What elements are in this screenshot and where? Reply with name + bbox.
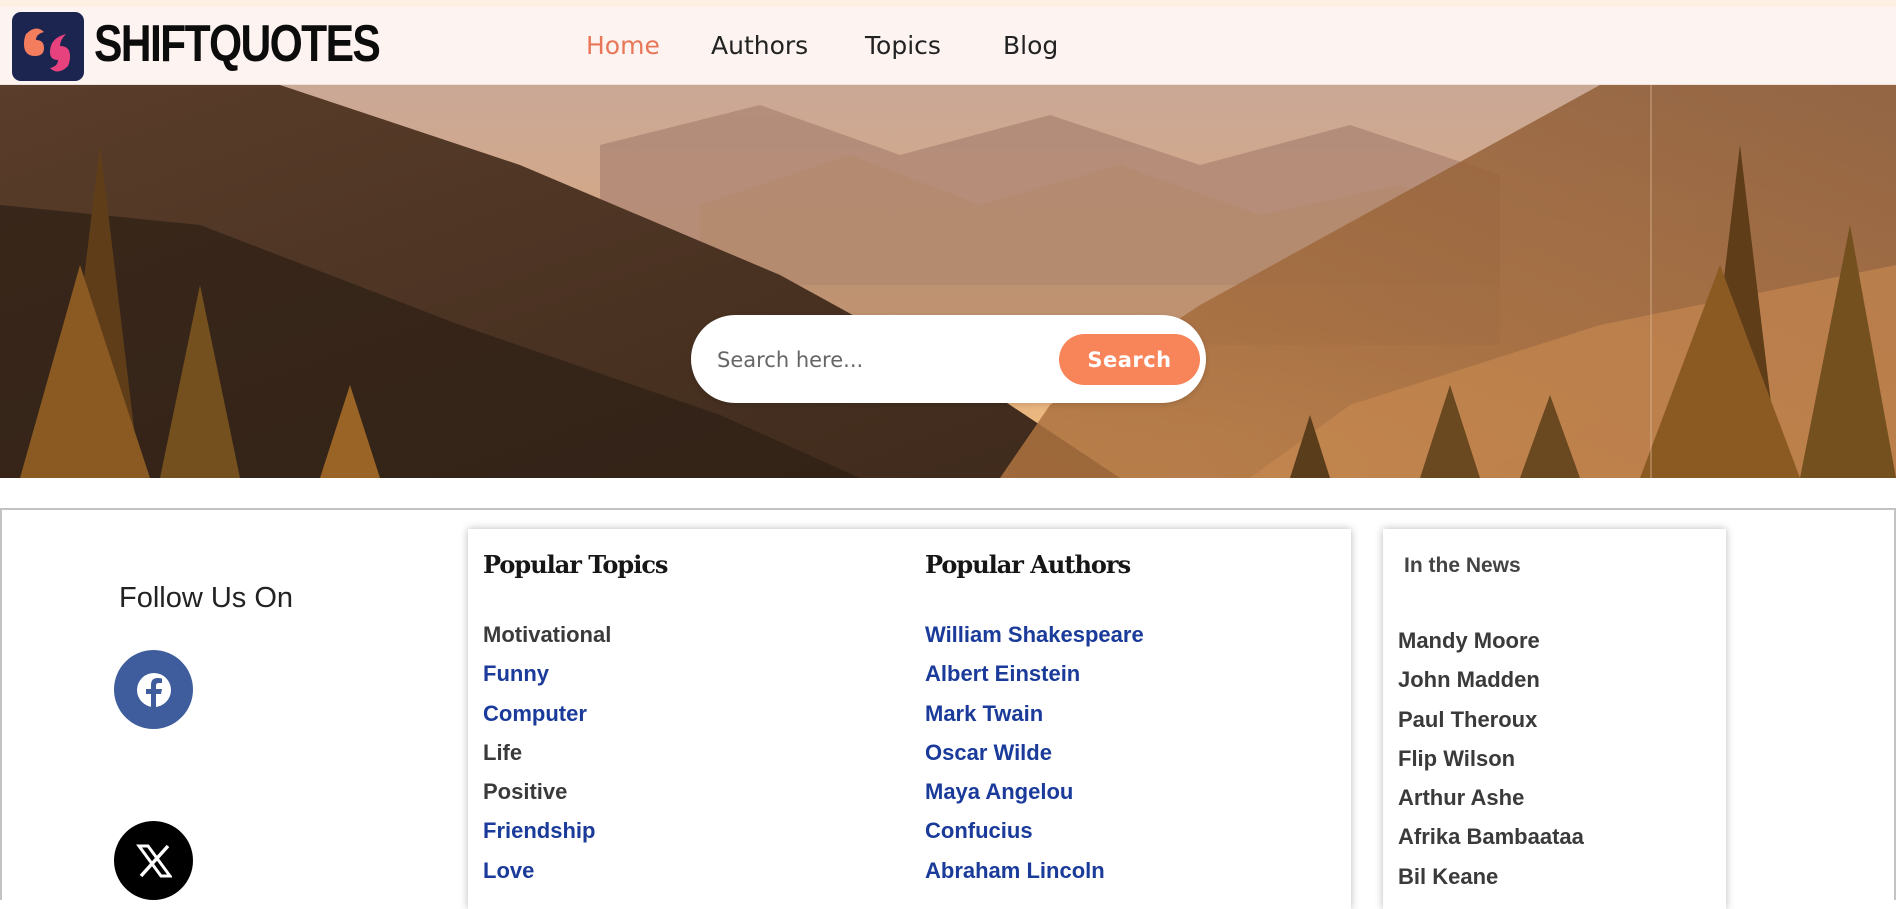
- list-item: Albert Einstein: [925, 662, 1144, 701]
- nav-blog[interactable]: Blog: [1003, 31, 1058, 61]
- list-item: Mandy Moore: [1398, 629, 1584, 668]
- news-link[interactable]: Bil Keane: [1398, 864, 1498, 889]
- popular-card: Popular Topics Motivational Funny Comput…: [468, 529, 1351, 909]
- news-title: In the News: [1404, 554, 1521, 577]
- list-item: Paul Theroux: [1398, 707, 1584, 747]
- list-item: William Shakespeare: [925, 623, 1144, 662]
- quote-marks-logo-icon: [24, 28, 70, 72]
- author-link[interactable]: Oscar Wilde: [925, 740, 1052, 765]
- list-item: Confucius: [925, 819, 1144, 858]
- top-accent-line: [0, 0, 1896, 7]
- author-link[interactable]: Confucius: [925, 818, 1033, 843]
- list-item: Love: [483, 858, 611, 898]
- logo-link[interactable]: [12, 12, 84, 81]
- list-item: Funny: [483, 662, 611, 701]
- list-item: Abraham Lincoln: [925, 858, 1144, 898]
- nav-authors[interactable]: Authors: [711, 31, 808, 61]
- popular-topics-title: Popular Topics: [483, 550, 668, 579]
- topic-link[interactable]: Love: [483, 858, 534, 883]
- follow-us-title: Follow Us On: [119, 582, 294, 614]
- list-item: Life: [483, 740, 611, 780]
- author-link[interactable]: Mark Twain: [925, 701, 1043, 726]
- topic-link[interactable]: Life: [483, 740, 522, 765]
- topic-link[interactable]: Motivational: [483, 622, 611, 647]
- author-link[interactable]: William Shakespeare: [925, 622, 1144, 647]
- author-link[interactable]: Abraham Lincoln: [925, 858, 1105, 883]
- topic-link[interactable]: Friendship: [483, 818, 595, 843]
- news-link[interactable]: Arthur Ashe: [1398, 785, 1524, 810]
- news-link[interactable]: Paul Theroux: [1398, 707, 1537, 732]
- list-item: Flip Wilson: [1398, 746, 1584, 786]
- news-card: In the News Mandy Moore John Madden Paul…: [1383, 529, 1726, 909]
- search-bar: Search: [691, 315, 1206, 403]
- popular-authors-title: Popular Authors: [925, 550, 1131, 579]
- content-area: Follow Us On Popular Topics Motivational…: [0, 508, 1896, 909]
- topic-link[interactable]: Computer: [483, 701, 587, 726]
- news-link[interactable]: Afrika Bambaataa: [1398, 824, 1584, 849]
- mountain-landscape-image: [0, 85, 1896, 478]
- list-item: Oscar Wilde: [925, 740, 1144, 780]
- news-link[interactable]: Mandy Moore: [1398, 628, 1540, 653]
- list-item: Bil Keane: [1398, 864, 1584, 904]
- nav-home[interactable]: Home: [586, 31, 660, 61]
- hero-banner: Search: [0, 85, 1896, 478]
- brand-name[interactable]: SHIFTQUOTES: [94, 18, 381, 70]
- list-item: Afrika Bambaataa: [1398, 825, 1584, 864]
- popular-authors-list: William Shakespeare Albert Einstein Mark…: [925, 623, 1144, 898]
- site-header: SHIFTQUOTES Home Authors Topics Blog: [0, 7, 1896, 85]
- facebook-icon: [136, 672, 171, 708]
- popular-topics-list: Motivational Funny Computer Life Positiv…: [483, 623, 611, 898]
- list-item: Friendship: [483, 819, 611, 858]
- search-input[interactable]: [715, 337, 1039, 383]
- x-twitter-icon: [135, 844, 172, 877]
- x-twitter-button[interactable]: [114, 821, 193, 900]
- topic-link[interactable]: Funny: [483, 661, 549, 686]
- list-item: Computer: [483, 701, 611, 741]
- list-item: John Madden: [1398, 668, 1584, 707]
- author-link[interactable]: Maya Angelou: [925, 779, 1073, 804]
- list-item: Arthur Ashe: [1398, 786, 1584, 825]
- list-item: Positive: [483, 780, 611, 819]
- topic-link[interactable]: Positive: [483, 779, 567, 804]
- list-item: Maya Angelou: [925, 780, 1144, 819]
- search-button[interactable]: Search: [1059, 334, 1200, 385]
- news-list: Mandy Moore John Madden Paul Theroux Fli…: [1398, 629, 1584, 904]
- list-item: Motivational: [483, 623, 611, 662]
- nav-topics[interactable]: Topics: [865, 31, 941, 61]
- news-link[interactable]: Flip Wilson: [1398, 746, 1515, 771]
- facebook-button[interactable]: [114, 650, 193, 729]
- list-item: Mark Twain: [925, 701, 1144, 741]
- news-link[interactable]: John Madden: [1398, 667, 1540, 692]
- author-link[interactable]: Albert Einstein: [925, 661, 1080, 686]
